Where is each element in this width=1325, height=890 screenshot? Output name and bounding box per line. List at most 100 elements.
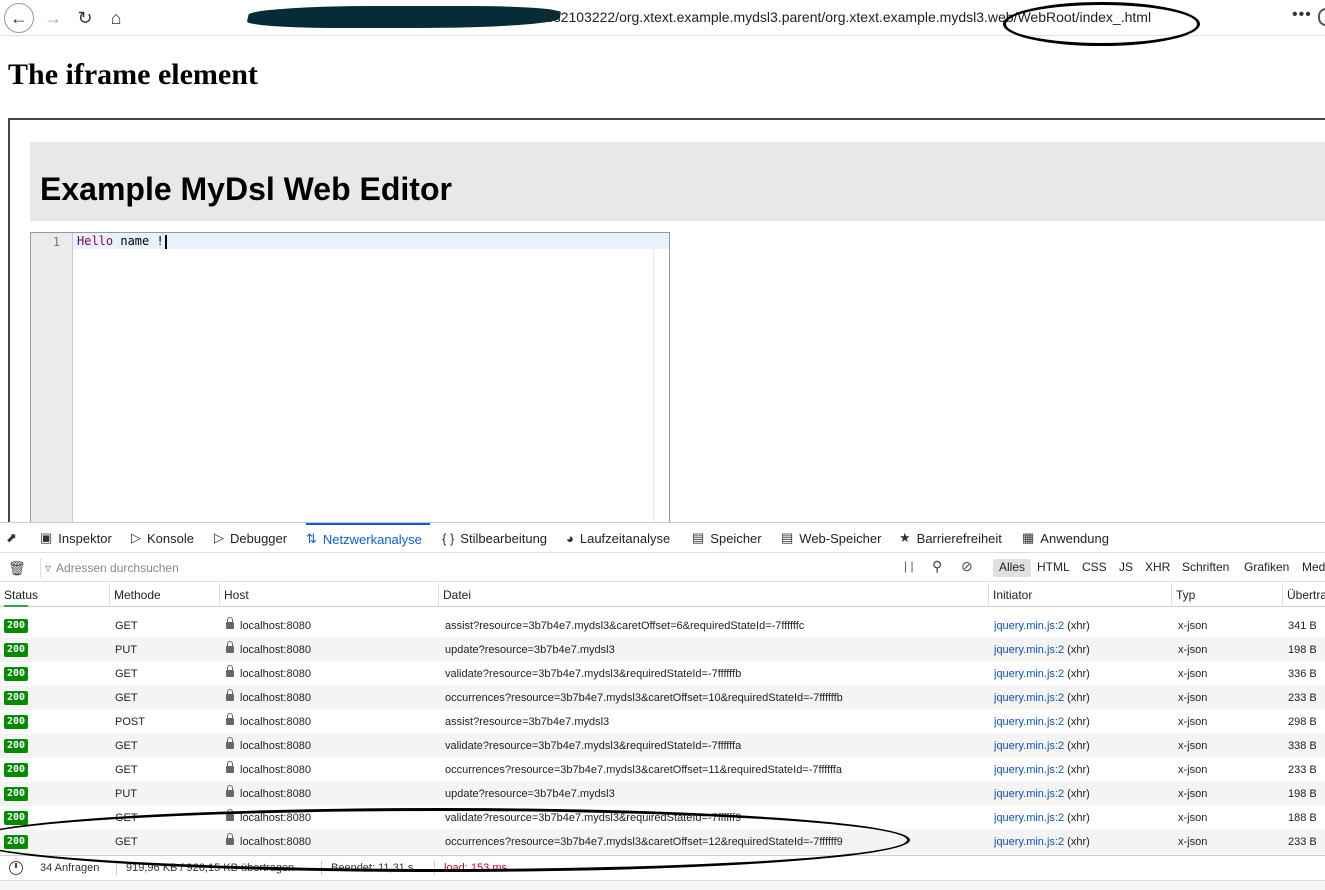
forward-arrow-icon[interactable]: → [38, 3, 68, 33]
filter-type-media[interactable]: Med [1296, 559, 1325, 577]
initiator-link[interactable]: jquery.min.js:2 [994, 620, 1064, 632]
lock-icon [226, 665, 234, 677]
tab-label: Debugger [230, 530, 288, 546]
table-row[interactable]: 200 GET localhost:8080 assist?resource=3b7b… [0, 614, 1325, 638]
reload-icon[interactable]: ↻ [70, 3, 100, 33]
page-actions-menu-icon[interactable]: ••• [1292, 6, 1312, 24]
tab-inspektor[interactable]: ▣ Inspektor [40, 523, 112, 553]
initiator-link[interactable]: jquery.min.js:2 [994, 812, 1064, 824]
request-type: x-json [1178, 836, 1208, 848]
editor-scrollbar[interactable] [653, 249, 669, 531]
lock-icon [226, 809, 234, 821]
finish-time: Beendet: 11,31 s [331, 862, 414, 874]
tab-netzwerkanalyse[interactable]: ⇅ Netzwerkanalyse [306, 523, 430, 553]
request-method: GET [115, 812, 138, 824]
request-host: localhost:8080 [226, 830, 311, 854]
tab-anwendung[interactable]: ▦ Anwendung [1022, 523, 1109, 553]
code-line[interactable]: Hello name ! [77, 234, 167, 249]
host-text: localhost:8080 [240, 836, 311, 848]
transferred-size: 919,96 KB / 926,15 KB übertragen [126, 862, 295, 874]
status-separator [434, 861, 435, 875]
filter-type-xhr[interactable]: XHR [1139, 559, 1176, 577]
initiator-link[interactable]: jquery.min.js:2 [994, 836, 1064, 848]
initiator-link[interactable]: jquery.min.js:2 [994, 764, 1064, 776]
initiator-link[interactable]: jquery.min.js:2 [994, 668, 1064, 680]
request-method: GET [115, 740, 138, 752]
column-host[interactable]: Host [220, 583, 439, 607]
tab-speicher[interactable]: ▤ Speicher [692, 523, 762, 553]
code-keyword: Hello [77, 234, 114, 248]
table-row[interactable]: 200 GET localhost:8080 occurrences?resource… [0, 686, 1325, 710]
initiator-link[interactable]: jquery.min.js:2 [994, 740, 1064, 752]
home-icon[interactable]: ⌂ [101, 3, 131, 33]
tab-stilbearbeitung[interactable]: { } Stilbearbeitung [442, 523, 547, 553]
filter-type-images[interactable]: Grafiken [1238, 559, 1295, 577]
code-text: name ! [113, 234, 164, 248]
timer-icon[interactable] [9, 861, 23, 875]
table-row[interactable]: 200 PUT localhost:8080 update?resource=3b7b… [0, 638, 1325, 662]
table-row[interactable]: 200 GET localhost:8080 validate?resource=3b… [0, 734, 1325, 758]
initiator-kind: (xhr) [1067, 620, 1090, 632]
request-initiator: jquery.min.js:2 (xhr) [994, 710, 1090, 734]
sort-indicator [4, 605, 28, 607]
pause-icon[interactable]: | | [904, 559, 914, 573]
url-text[interactable]: /es2103222/org.xtext.example.mydsl3.pare… [542, 9, 1151, 25]
filter-type-html[interactable]: HTML [1031, 559, 1076, 577]
tab-web-speicher[interactable]: ▤ Web-Speicher [781, 523, 881, 553]
initiator-kind: (xhr) [1067, 764, 1090, 776]
table-row[interactable]: 200 GET localhost:8080 occurrences?resource… [0, 830, 1325, 854]
tab-konsole[interactable]: ▷ Konsole [131, 523, 194, 553]
devtools-tabbar: ⬈ ▣ Inspektor ▷ Konsole ▷ Debugger ⇅ Netzwer… [0, 523, 1325, 553]
request-size: 198 B [1288, 644, 1317, 656]
code-editor[interactable]: 1 Hello name ! [30, 232, 670, 532]
initiator-link[interactable]: jquery.min.js:2 [994, 716, 1064, 728]
block-icon[interactable]: ⊘ [961, 558, 973, 575]
back-arrow-icon[interactable]: ← [4, 3, 34, 33]
trash-icon[interactable]: 🗑 [8, 560, 26, 576]
initiator-link[interactable]: jquery.min.js:2 [994, 644, 1064, 656]
request-type: x-json [1178, 620, 1208, 632]
column-initiator[interactable]: Initiator [989, 583, 1172, 607]
console-icon: ▷ [131, 530, 141, 545]
editor-title: Example MyDsl Web Editor [40, 171, 452, 207]
request-file: update?resource=3b7b4e7.mydsl3 [445, 644, 615, 656]
tab-debugger[interactable]: ▷ Debugger [214, 523, 287, 553]
request-count: 34 Anfragen [40, 862, 100, 874]
tab-label: Stilbearbeitung [460, 530, 548, 546]
pick-element-button[interactable]: ⬈ [6, 523, 23, 553]
table-row[interactable]: 200 POST localhost:8080 assist?resource=3b7… [0, 710, 1325, 734]
filter-icon: ▿ [45, 561, 52, 575]
web-storage-icon: ▤ [781, 530, 794, 545]
url-filter-input[interactable]: ▿ Adressen durchsuchen [40, 558, 895, 578]
table-row[interactable]: 200 GET localhost:8080 occurrences?resource… [0, 758, 1325, 782]
table-row[interactable]: 200 PUT localhost:8080 update?resource=3b7b… [0, 782, 1325, 806]
tab-barrierefreiheit[interactable]: ★ Barrierefreiheit [899, 523, 1002, 553]
status-badge: 200 [4, 619, 29, 633]
filter-type-js[interactable]: JS [1113, 559, 1139, 577]
initiator-link[interactable]: jquery.min.js:2 [994, 692, 1064, 704]
filter-type-css[interactable]: CSS [1076, 559, 1113, 577]
host-text: localhost:8080 [240, 644, 311, 656]
status-separator [321, 861, 322, 875]
column-transferred[interactable]: Übertra [1283, 583, 1325, 607]
column-status[interactable]: Status [0, 583, 110, 607]
tab-laufzeitanalyse[interactable]: ◕ Laufzeitanalyse [566, 523, 670, 553]
search-icon[interactable]: ⚲ [932, 558, 942, 575]
column-file[interactable]: Datei [439, 583, 989, 607]
lock-icon [226, 617, 234, 629]
performance-icon: ◕ [566, 530, 574, 546]
lock-icon [226, 761, 234, 773]
tab-label: Barrierefreiheit [916, 530, 1002, 546]
column-method[interactable]: Methode [110, 583, 220, 607]
lock-icon [226, 689, 234, 701]
tracking-shield-icon[interactable] [1318, 8, 1325, 26]
initiator-link[interactable]: jquery.min.js:2 [994, 788, 1064, 800]
accessibility-icon: ★ [899, 530, 911, 545]
column-type[interactable]: Typ [1172, 583, 1283, 607]
status-badge: 200 [4, 811, 29, 825]
tab-label: Laufzeitanalyse [579, 530, 671, 546]
filter-type-all[interactable]: Alles [993, 559, 1032, 577]
table-row[interactable]: 200 GET localhost:8080 validate?resource=3b… [0, 662, 1325, 686]
filter-type-fonts[interactable]: Schriften [1176, 559, 1235, 577]
table-row[interactable]: 200 GET localhost:8080 validate?resource=3b… [0, 806, 1325, 830]
